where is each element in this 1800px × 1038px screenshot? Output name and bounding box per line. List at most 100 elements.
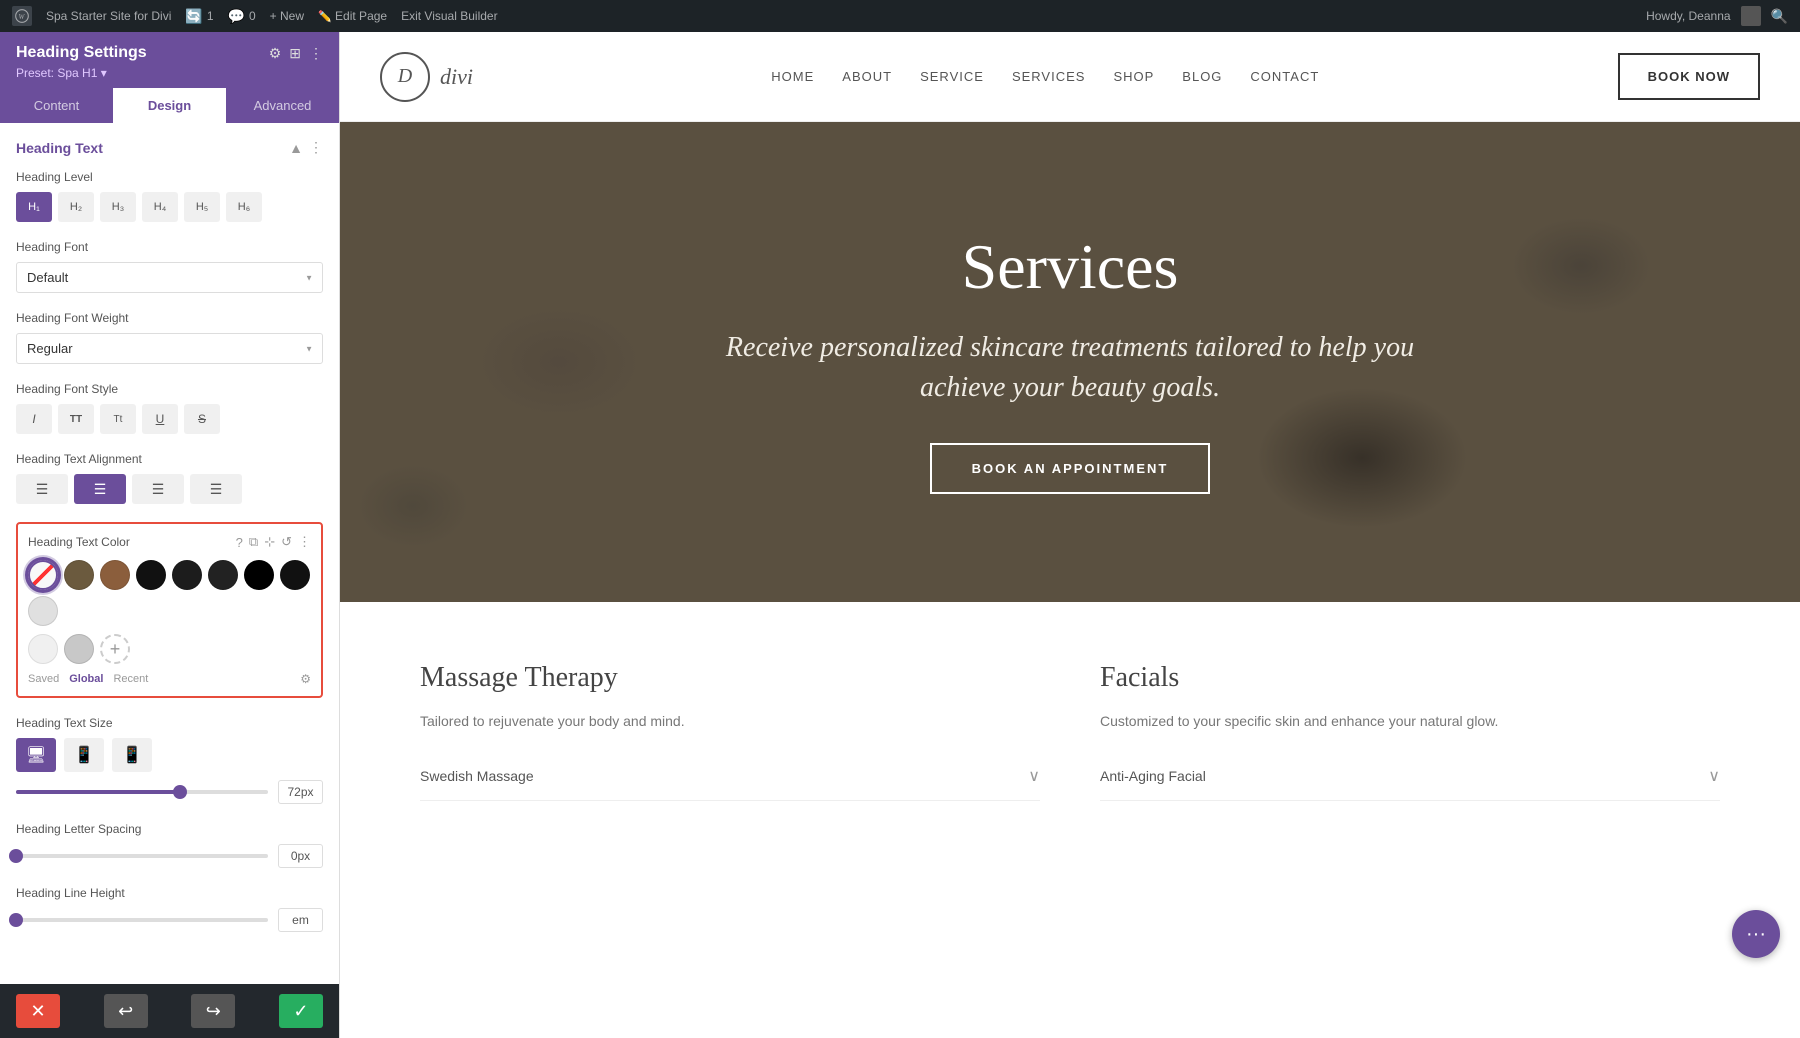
underline-button[interactable]: U [142,404,178,434]
heading-text-size-field: Heading Text Size 🖥 📱 📱 72px [16,716,323,804]
site-logo: D divi [380,52,473,102]
panel-settings-icon[interactable]: ⚙ [269,45,282,62]
mobile-icon-button[interactable]: 📱 [112,738,152,772]
panel-tabs: Content Design Advanced [0,88,339,123]
heading-font-field: Heading Font Default [16,240,323,293]
color-swatch-add[interactable]: + [100,634,130,664]
color-swatch-1[interactable] [64,560,94,590]
nav-blog[interactable]: BLOG [1182,69,1222,84]
comments-counter[interactable]: 💬 0 [228,8,256,25]
align-center-button[interactable]: ☰ [74,474,126,504]
align-left-button[interactable]: ☰ [16,474,68,504]
floating-action-button[interactable]: ··· [1732,910,1780,958]
h2-button[interactable]: H₂ [58,192,94,222]
strikethrough-button[interactable]: S [184,404,220,434]
h3-button[interactable]: H₃ [100,192,136,222]
panel-layout-icon[interactable]: ⊞ [289,45,301,62]
color-tab-saved[interactable]: Saved [28,673,59,685]
user-avatar [1741,6,1761,26]
tablet-icon-button[interactable]: 📱 [64,738,104,772]
color-tab-recent[interactable]: Recent [113,673,148,685]
website-preview: D divi HOME ABOUT SERVICE SERVICES SHOP … [340,32,1800,1038]
color-copy-icon[interactable]: ⧉ [249,534,258,550]
nav-home[interactable]: HOME [771,69,814,84]
site-menu: HOME ABOUT SERVICE SERVICES SHOP BLOG CO… [771,69,1319,84]
tab-design[interactable]: Design [113,88,226,123]
service-item-antiaging[interactable]: Anti-Aging Facial ∨ [1100,752,1720,801]
color-swatch-5[interactable] [208,560,238,590]
undo-button[interactable]: ↩ [104,994,148,1028]
admin-search-icon[interactable]: 🔍 [1771,8,1788,25]
color-swatch-9[interactable] [28,634,58,664]
panel-more-icon[interactable]: ⋮ [309,45,323,62]
color-reset-icon[interactable]: ↺ [281,534,292,550]
logo-circle: D [380,52,430,102]
panel-preset[interactable]: Preset: Spa H1 ▾ [16,66,323,80]
capitalize-button[interactable]: Tt [100,404,136,434]
save-button[interactable]: ✓ [279,994,323,1028]
services-section: Massage Therapy Tailored to rejuvenate y… [340,602,1800,861]
heading-font-select[interactable]: Default [16,262,323,293]
h5-button[interactable]: H₅ [184,192,220,222]
left-panel: Heading Settings ⚙ ⊞ ⋮ Preset: Spa H1 ▾ … [0,32,340,1038]
line-height-slider-row: em [16,908,323,932]
color-settings-icon[interactable]: ⚙ [300,672,311,686]
panel-header-icons: ⚙ ⊞ ⋮ [269,45,323,62]
align-justify-button[interactable]: ☰ [190,474,242,504]
color-swatch-2[interactable] [100,560,130,590]
color-more-icon[interactable]: ⋮ [298,534,311,550]
color-tabs-row: Saved Global Recent ⚙ [28,672,311,686]
service-arrow-icon: ∨ [1028,766,1040,786]
hero-cta-button[interactable]: BOOK AN APPOINTMENT [930,443,1211,494]
color-help-icon[interactable]: ? [236,535,243,550]
section-collapse-icon[interactable]: ▲ [289,140,303,156]
color-swatch-6[interactable] [244,560,274,590]
nav-contact[interactable]: CONTACT [1250,69,1319,84]
h6-button[interactable]: H₆ [226,192,262,222]
color-swatch-transparent[interactable] [28,560,58,590]
wp-logo-icon[interactable]: W [12,6,32,26]
letter-spacing-value[interactable]: 0px [278,844,323,868]
section-more-icon[interactable]: ⋮ [309,139,323,156]
close-button[interactable]: ✕ [16,994,60,1028]
line-height-value[interactable]: em [278,908,323,932]
heading-font-weight-label: Heading Font Weight [16,311,323,325]
color-swatch-10[interactable] [64,634,94,664]
heading-line-height-label: Heading Line Height [16,886,323,900]
color-picker-icon[interactable]: ⊹ [264,534,275,550]
book-now-nav-button[interactable]: BOOK NOW [1618,53,1760,100]
wp-admin-bar: W Spa Starter Site for Divi 🔄 1 💬 0 + Ne… [0,0,1800,32]
panel-body: Heading Text ▲ ⋮ Heading Level H₁ H₂ H₃ … [0,123,339,984]
color-tab-global[interactable]: Global [69,673,103,685]
letter-spacing-slider[interactable] [16,854,268,858]
site-name-link[interactable]: Spa Starter Site for Divi [46,9,171,23]
tab-content[interactable]: Content [0,88,113,123]
heading-font-weight-select[interactable]: Regular [16,333,323,364]
text-size-slider[interactable] [16,790,268,794]
tab-advanced[interactable]: Advanced [226,88,339,123]
exit-builder-link[interactable]: Exit Visual Builder [401,9,498,23]
text-size-value[interactable]: 72px [278,780,323,804]
color-swatch-7[interactable] [280,560,310,590]
color-swatch-3[interactable] [136,560,166,590]
nav-about[interactable]: ABOUT [842,69,892,84]
hero-title: Services [690,230,1450,304]
h1-button[interactable]: H₁ [16,192,52,222]
color-swatch-4[interactable] [172,560,202,590]
h4-button[interactable]: H₄ [142,192,178,222]
line-height-slider[interactable] [16,918,268,922]
color-swatch-8[interactable] [28,596,58,626]
new-content-link[interactable]: + New [270,9,304,23]
services-grid: Massage Therapy Tailored to rejuvenate y… [420,662,1720,801]
nav-services[interactable]: SERVICES [1012,69,1086,84]
updates-counter[interactable]: 🔄 1 [185,8,213,25]
align-right-button[interactable]: ☰ [132,474,184,504]
desktop-icon-button[interactable]: 🖥 [16,738,56,772]
nav-service[interactable]: SERVICE [920,69,984,84]
service-item-swedish[interactable]: Swedish Massage ∨ [420,752,1040,801]
edit-page-link[interactable]: ✏️ Edit Page [318,9,387,23]
nav-shop[interactable]: SHOP [1113,69,1154,84]
italic-button[interactable]: I [16,404,52,434]
uppercase-button[interactable]: TT [58,404,94,434]
redo-button[interactable]: ↪ [191,994,235,1028]
